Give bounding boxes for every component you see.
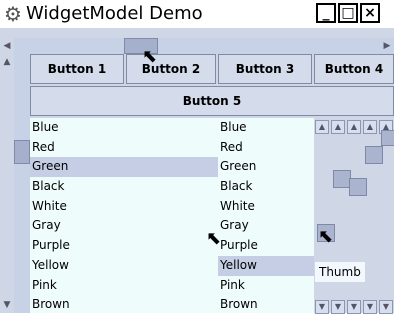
scroll-left-arrow-icon[interactable]: ◀ (0, 38, 14, 54)
scroll-up-arrow-icon[interactable]: ▲ (0, 54, 14, 70)
right-item[interactable]: Yellow (218, 255, 314, 276)
thumb-tooltip: Thumb (315, 262, 365, 282)
mouse-cursor-icon: ⬉ (318, 226, 334, 247)
mouse-cursor-icon: ⬉ (206, 228, 222, 249)
vertical-scrollbar[interactable]: ▲ ▼ (4, 54, 30, 313)
left-item[interactable]: Purple (30, 236, 226, 256)
right-item[interactable]: Pink (218, 276, 314, 296)
up-arrow-icon[interactable]: ▲ (363, 120, 377, 134)
button-1[interactable]: Button 1 (30, 54, 124, 84)
down-arrow-icon[interactable]: ▼ (347, 300, 361, 314)
right-item[interactable]: Gray (218, 216, 314, 236)
minimize-button[interactable]: _ (316, 3, 336, 23)
right-item[interactable]: Red (218, 138, 314, 158)
right-item[interactable]: Brown (218, 295, 314, 315)
horizontal-scrollbar[interactable]: ◀ ▶ (4, 38, 394, 54)
right-list[interactable]: Blue Red Green Black White Gray Purple Yellow Pi… (218, 118, 314, 313)
slider-panel[interactable]: ▲ ▲ ▲ ▲ ▲ Thumb ▼ ▼ ▼ ▼ ▼ (315, 118, 394, 314)
left-item[interactable]: Red (30, 138, 226, 158)
up-arrow-icon[interactable]: ▲ (315, 120, 329, 134)
right-item[interactable]: Purple (218, 236, 314, 256)
maximize-button[interactable]: □ (338, 3, 358, 23)
scroll-down-arrow-icon[interactable]: ▼ (0, 297, 14, 313)
down-arrow-icon[interactable]: ▼ (363, 300, 377, 314)
right-item[interactable]: White (218, 197, 314, 217)
vertical-scroll-thumb[interactable] (14, 140, 30, 164)
left-item[interactable]: Blue (30, 118, 226, 138)
left-item[interactable]: Yellow (30, 256, 226, 276)
down-arrow-icon[interactable]: ▼ (379, 300, 393, 314)
close-button[interactable]: × (360, 3, 380, 23)
window-title: WidgetModel Demo (26, 3, 203, 24)
up-arrow-icon[interactable]: ▲ (331, 120, 345, 134)
down-arrow-icon[interactable]: ▼ (315, 300, 329, 314)
down-arrow-icon[interactable]: ▼ (331, 300, 345, 314)
button-4[interactable]: Button 4 (314, 54, 394, 84)
bottom-arrow-row[interactable]: ▼ ▼ ▼ ▼ ▼ (315, 300, 394, 314)
title-bar[interactable]: ⚙ WidgetModel Demo _ □ × (0, 0, 394, 28)
up-arrow-icon[interactable]: ▲ (347, 120, 361, 134)
app-icon: ⚙ (4, 2, 22, 26)
button-2[interactable]: Button 2 (126, 54, 216, 84)
right-item[interactable]: Black (218, 177, 314, 197)
left-item[interactable]: Brown (30, 295, 226, 315)
button-3[interactable]: Button 3 (218, 54, 312, 84)
left-list[interactable]: Blue Red Green Black White Gray Purple Yellow Pi… (30, 118, 226, 313)
mouse-cursor-icon: ⬉ (142, 46, 158, 67)
right-item[interactable]: Green (218, 157, 314, 177)
button-5[interactable]: Button 5 (30, 86, 394, 116)
left-item[interactable]: Green (30, 157, 226, 178)
left-item[interactable]: White (30, 197, 226, 217)
left-item[interactable]: Gray (30, 216, 226, 236)
app-window: ⚙ WidgetModel Demo _ □ × ◀ ▶ ▲ ▼ Button … (0, 0, 394, 314)
slider-thumb[interactable] (365, 146, 383, 164)
left-item[interactable]: Black (30, 177, 226, 197)
right-item[interactable]: Blue (218, 118, 314, 138)
scroll-right-arrow-icon[interactable]: ▶ (380, 38, 394, 54)
slider-thumb[interactable] (349, 178, 367, 196)
slider-thumb[interactable] (381, 130, 394, 146)
left-item[interactable]: Pink (30, 276, 226, 296)
